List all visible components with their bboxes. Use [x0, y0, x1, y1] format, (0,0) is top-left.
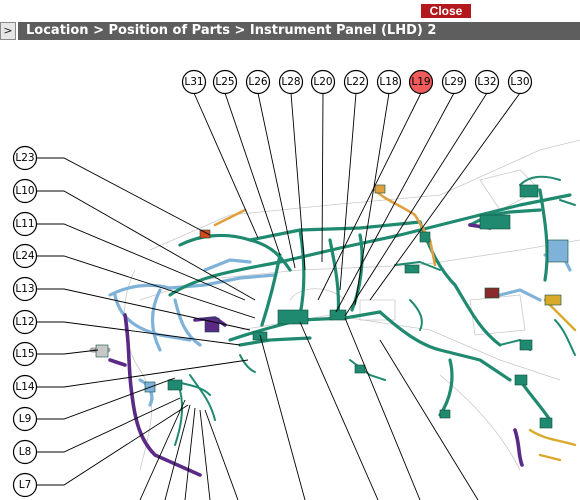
label-L26[interactable]: L26 [245, 69, 271, 95]
label-L10[interactable]: L10 [12, 178, 38, 204]
label-L11[interactable]: L11 [12, 211, 38, 237]
label-L7[interactable]: L7 [12, 472, 38, 498]
svg-text:L25: L25 [215, 76, 234, 88]
svg-text:L11: L11 [15, 218, 34, 230]
label-L22[interactable]: L22 [343, 69, 369, 95]
svg-text:L9: L9 [19, 413, 32, 425]
svg-text:L32: L32 [477, 76, 496, 88]
label-L13[interactable]: L13 [12, 276, 38, 302]
expand-toggle-button[interactable]: > [0, 22, 16, 40]
svg-text:L30: L30 [510, 76, 529, 88]
label-L20[interactable]: L20 [310, 69, 336, 95]
label-L24[interactable]: L24 [12, 243, 38, 269]
parts-diagram: L31 L25 L26 L28 L20 L22 L18 L19 L29 L32 … [12, 69, 580, 500]
svg-text:L18: L18 [379, 76, 398, 88]
svg-text:L23: L23 [15, 152, 34, 164]
label-L31[interactable]: L31 [181, 69, 207, 95]
label-L32[interactable]: L32 [474, 69, 500, 95]
svg-text:L26: L26 [248, 76, 268, 88]
svg-text:L10: L10 [15, 185, 34, 197]
svg-text:L8: L8 [19, 446, 32, 458]
breadcrumb-title: Location > Position of Parts > Instrumen… [18, 22, 580, 40]
toolbar: > Location > Position of Parts > Instrum… [0, 22, 580, 40]
svg-text:L31: L31 [184, 76, 203, 88]
label-L30[interactable]: L30 [507, 69, 533, 95]
svg-text:L13: L13 [15, 283, 34, 295]
top-labels: L31 L25 L26 L28 L20 L22 L18 L19 L29 L32 … [181, 69, 533, 95]
label-L23[interactable]: L23 [12, 145, 38, 171]
label-L25[interactable]: L25 [212, 69, 238, 95]
label-L12[interactable]: L12 [12, 309, 38, 335]
label-L29[interactable]: L29 [441, 69, 467, 95]
wiring-harness [89, 175, 577, 477]
top-leader-lines [193, 92, 521, 317]
svg-text:L7: L7 [19, 479, 32, 491]
svg-text:L14: L14 [15, 381, 35, 393]
label-L15[interactable]: L15 [12, 341, 38, 367]
svg-text:L12: L12 [15, 316, 34, 328]
left-labels: L23 L10 L11 L24 L13 L12 L15 L14 L9 L8 L7 [12, 145, 38, 498]
svg-text:L28: L28 [281, 76, 300, 88]
svg-text:L19: L19 [411, 76, 430, 88]
svg-text:L22: L22 [346, 76, 365, 88]
svg-text:L29: L29 [444, 76, 463, 88]
label-L19[interactable]: L19 [408, 69, 434, 95]
label-L9[interactable]: L9 [12, 406, 38, 432]
svg-text:L20: L20 [313, 76, 332, 88]
label-L8[interactable]: L8 [12, 439, 38, 465]
svg-text:L15: L15 [15, 348, 34, 360]
svg-text:L24: L24 [15, 250, 35, 262]
close-button[interactable]: Close [421, 4, 471, 18]
label-L14[interactable]: L14 [12, 374, 38, 400]
label-L28[interactable]: L28 [278, 69, 304, 95]
label-L18[interactable]: L18 [376, 69, 402, 95]
